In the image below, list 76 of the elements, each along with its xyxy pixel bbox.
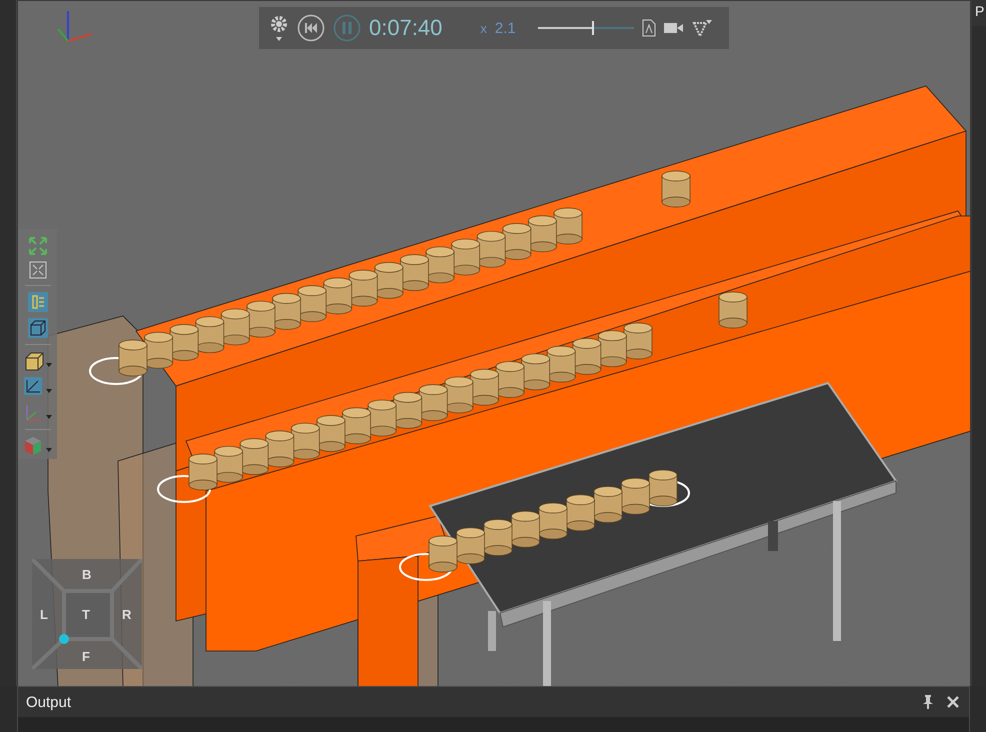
panel-title: P — [972, 0, 986, 26]
fit-view-icon[interactable] — [28, 261, 46, 279]
cylinder-part — [718, 292, 748, 328]
cylinder-part — [348, 270, 378, 306]
cylinder-part — [265, 430, 294, 468]
film-strip-icon[interactable] — [692, 19, 712, 37]
view-cube-label[interactable]: L — [40, 607, 48, 622]
cylinder-part — [316, 415, 346, 452]
cylinder-part — [572, 338, 602, 375]
cylinder-part — [188, 454, 218, 490]
cylinder-part — [484, 519, 512, 556]
video-camera-icon[interactable] — [664, 21, 684, 35]
cylinder-part — [298, 285, 326, 322]
cylinder-part — [621, 478, 650, 515]
rewind-icon[interactable] — [297, 14, 325, 42]
cylinder-part — [170, 324, 199, 361]
cylinder-part — [195, 316, 224, 354]
cylinder-part — [476, 230, 506, 268]
cylinder-part — [323, 278, 352, 314]
axes-dropdown-icon[interactable] — [24, 403, 52, 423]
time-display: 0:07:40 — [369, 15, 442, 41]
speed-slider[interactable] — [538, 20, 634, 36]
cylinder-part — [418, 384, 448, 421]
chart-dropdown-icon[interactable] — [24, 377, 52, 397]
cylinder-part — [496, 361, 524, 398]
pin-icon[interactable] — [923, 695, 933, 709]
cylinder-part — [648, 470, 678, 506]
cylinder-part — [554, 208, 582, 244]
speed-value: 2.1 — [494, 20, 516, 36]
view-cube-label[interactable]: B — [82, 567, 92, 582]
cylinder-part — [221, 308, 250, 346]
cylinder-part — [118, 340, 148, 376]
cube-icon[interactable] — [28, 318, 48, 338]
cylinder-part — [511, 510, 540, 548]
cylinder-part — [428, 536, 458, 572]
settings-icon[interactable] — [269, 13, 289, 43]
cylinder-part — [502, 223, 532, 260]
cylinder-part — [246, 300, 276, 338]
panel-title: Output — [26, 694, 72, 710]
axis-triad-icon — [57, 11, 92, 42]
view-cube[interactable] — [32, 559, 142, 669]
view-cube-label[interactable]: T — [82, 607, 90, 622]
cylinder-part — [240, 438, 269, 475]
cylinder-part — [393, 392, 422, 429]
cylinder-part — [144, 332, 173, 369]
cylinder-part — [374, 262, 404, 299]
cylinder-part — [538, 502, 568, 540]
speed-prefix: x — [480, 20, 487, 36]
cylinder-part — [546, 346, 576, 382]
cylinder-part — [426, 246, 454, 284]
cylinder-part — [342, 407, 371, 444]
pdf-icon[interactable] — [642, 19, 656, 37]
cylinder-part — [444, 376, 474, 414]
light-icon[interactable] — [28, 292, 48, 312]
cylinder-part — [566, 494, 595, 532]
cylinder-part — [594, 486, 622, 523]
cylinder-part — [368, 400, 396, 436]
cylinder-part — [470, 368, 499, 406]
cylinder-part — [662, 170, 690, 208]
cylinder-part — [521, 353, 550, 390]
box-dropdown-icon[interactable] — [24, 351, 52, 371]
color-cube-dropdown-icon[interactable] — [24, 436, 52, 456]
cylinder-part — [291, 422, 320, 460]
view-cube-label[interactable]: R — [122, 607, 132, 622]
cylinder-part — [456, 527, 485, 564]
cylinder-part — [624, 322, 652, 360]
table-leg — [488, 611, 496, 651]
view-cube-label[interactable]: F — [82, 649, 90, 664]
cylinder-part — [400, 254, 429, 291]
close-icon[interactable] — [947, 696, 959, 708]
cylinder-part — [214, 446, 243, 483]
cylinder-part — [451, 238, 480, 276]
motor-block — [768, 521, 778, 551]
cylinder-part — [272, 293, 301, 330]
cylinder-part — [598, 330, 627, 368]
cylinder-part — [528, 215, 557, 252]
